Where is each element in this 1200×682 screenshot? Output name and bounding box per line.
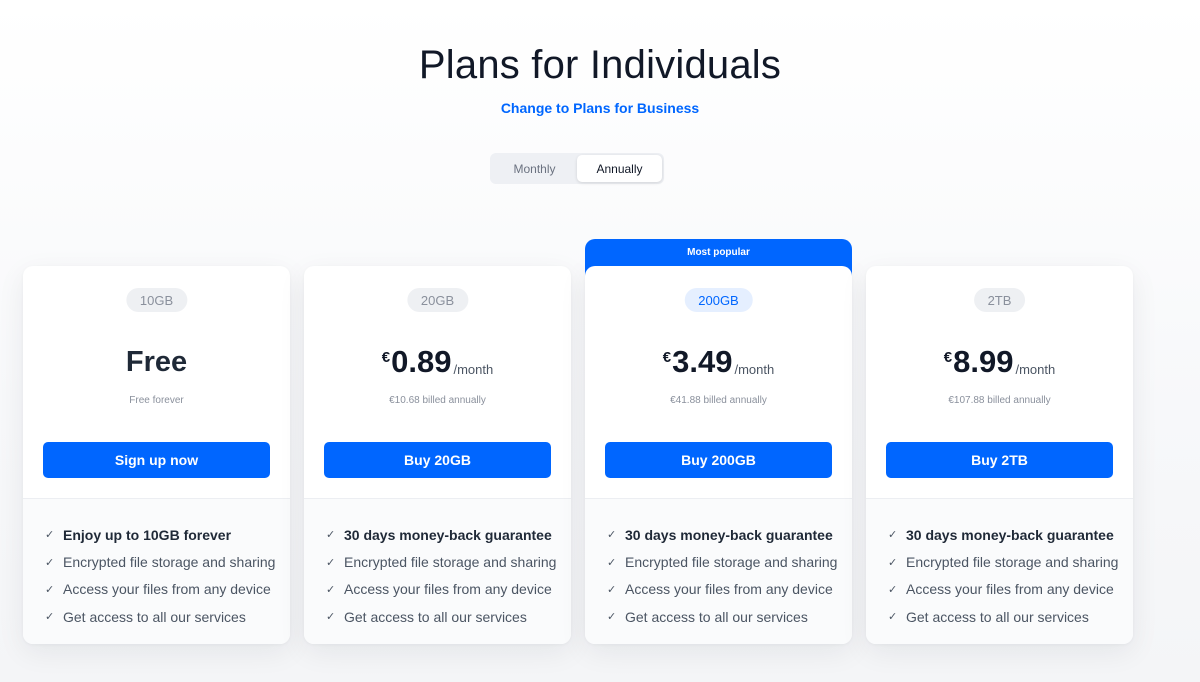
plan-card-header: 20GB € 0.89 /month €10.68 billed annuall… bbox=[304, 266, 571, 499]
plan-card-header: 10GB Free Free forever Sign up now bbox=[23, 266, 290, 499]
feature-item: ✓ 30 days money-back guarantee bbox=[888, 521, 1133, 548]
plan-size-badge: 200GB bbox=[684, 288, 753, 312]
plan-billing-note: €107.88 billed annually bbox=[948, 395, 1051, 406]
check-icon: ✓ bbox=[888, 556, 898, 569]
plan-card-header: 2TB € 8.99 /month €107.88 billed annuall… bbox=[866, 266, 1133, 499]
sign-up-button[interactable]: Sign up now bbox=[43, 442, 270, 478]
check-icon: ✓ bbox=[888, 529, 898, 542]
check-icon: ✓ bbox=[607, 556, 617, 569]
feature-item: ✓ Encrypted file storage and sharing bbox=[888, 548, 1133, 575]
plan-price: € 0.89 /month bbox=[304, 344, 571, 380]
price-period: /month bbox=[1015, 362, 1056, 377]
plan-billing-note: €41.88 billed annually bbox=[670, 395, 767, 406]
feature-item: ✓ Access your files from any device bbox=[607, 576, 852, 603]
check-icon: ✓ bbox=[326, 583, 336, 596]
plan-card-10gb: 10GB Free Free forever Sign up now ✓ Enj… bbox=[23, 266, 290, 644]
price-currency: € bbox=[943, 349, 953, 366]
feature-item: ✓ Get access to all our services bbox=[607, 603, 852, 630]
feature-item: ✓ Access your files from any device bbox=[888, 576, 1133, 603]
plan-card-header: 200GB € 3.49 /month €41.88 billed annual… bbox=[585, 266, 852, 499]
check-icon: ✓ bbox=[45, 611, 55, 624]
plan-feature-list: ✓ 30 days money-back guarantee ✓ Encrypt… bbox=[866, 499, 1133, 644]
plan-price-free: Free bbox=[125, 346, 188, 378]
price-amount: 8.99 bbox=[953, 344, 1014, 379]
buy-20gb-button[interactable]: Buy 20GB bbox=[324, 442, 551, 478]
feature-item: ✓ Encrypted file storage and sharing bbox=[45, 548, 290, 575]
toggle-monthly[interactable]: Monthly bbox=[492, 155, 577, 182]
feature-text: Encrypted file storage and sharing bbox=[344, 554, 557, 571]
plan-billing-note: Free forever bbox=[129, 395, 184, 406]
plan-size-badge: 10GB bbox=[125, 288, 188, 312]
check-icon: ✓ bbox=[607, 529, 617, 542]
feature-text: Encrypted file storage and sharing bbox=[63, 554, 276, 571]
check-icon: ✓ bbox=[326, 611, 336, 624]
feature-item: ✓ 30 days money-back guarantee bbox=[607, 521, 852, 548]
feature-text: Enjoy up to 10GB forever bbox=[63, 526, 232, 543]
check-icon: ✓ bbox=[45, 583, 55, 596]
plan-card-2tb: 2TB € 8.99 /month €107.88 billed annuall… bbox=[866, 266, 1133, 644]
check-icon: ✓ bbox=[607, 583, 617, 596]
plan-card-20gb: 20GB € 0.89 /month €10.68 billed annuall… bbox=[304, 266, 571, 644]
feature-text: 30 days money-back guarantee bbox=[625, 526, 833, 543]
feature-text: Get access to all our services bbox=[63, 608, 246, 625]
switch-to-business-link[interactable]: Change to Plans for Business bbox=[501, 100, 699, 116]
feature-item: ✓ Get access to all our services bbox=[45, 603, 290, 630]
feature-item: ✓ Enjoy up to 10GB forever bbox=[45, 521, 290, 548]
feature-text: Get access to all our services bbox=[344, 608, 527, 625]
plan-cards: 10GB Free Free forever Sign up now ✓ Enj… bbox=[23, 239, 1133, 644]
feature-text: 30 days money-back guarantee bbox=[344, 526, 552, 543]
billing-toggle: Monthly Annually bbox=[490, 153, 664, 184]
price-period: /month bbox=[453, 362, 494, 377]
buy-200gb-button[interactable]: Buy 200GB bbox=[605, 442, 832, 478]
feature-text: Get access to all our services bbox=[625, 608, 808, 625]
plan-size-badge: 2TB bbox=[973, 288, 1026, 312]
plan-feature-list: ✓ 30 days money-back guarantee ✓ Encrypt… bbox=[304, 499, 571, 644]
page-title: Plans for Individuals bbox=[418, 43, 782, 87]
feature-item: ✓ 30 days money-back guarantee bbox=[326, 521, 571, 548]
check-icon: ✓ bbox=[45, 556, 55, 569]
toggle-annually[interactable]: Annually bbox=[577, 155, 662, 182]
check-icon: ✓ bbox=[888, 583, 898, 596]
feature-text: Access your files from any device bbox=[344, 581, 552, 598]
feature-text: Encrypted file storage and sharing bbox=[906, 554, 1119, 571]
price-amount: 0.89 bbox=[391, 344, 452, 379]
feature-text: Get access to all our services bbox=[906, 608, 1089, 625]
feature-item: ✓ Access your files from any device bbox=[326, 576, 571, 603]
price-period: /month bbox=[734, 362, 775, 377]
feature-text: Access your files from any device bbox=[906, 581, 1114, 598]
plan-price: Free bbox=[23, 344, 290, 380]
plan-price: € 3.49 /month bbox=[585, 344, 852, 380]
check-icon: ✓ bbox=[326, 556, 336, 569]
price-currency: € bbox=[662, 349, 672, 366]
feature-text: Access your files from any device bbox=[625, 581, 833, 598]
feature-item: ✓ Get access to all our services bbox=[888, 603, 1133, 630]
plan-feature-list: ✓ 30 days money-back guarantee ✓ Encrypt… bbox=[585, 499, 852, 644]
plan-size-badge: 20GB bbox=[406, 288, 469, 312]
feature-item: ✓ Encrypted file storage and sharing bbox=[607, 548, 852, 575]
feature-text: Encrypted file storage and sharing bbox=[625, 554, 838, 571]
page-header: Plans for Individuals Change to Plans fo… bbox=[0, 40, 1200, 118]
feature-item: ✓ Encrypted file storage and sharing bbox=[326, 548, 571, 575]
plan-card-200gb: Most popular 200GB € 3.49 /month €41.88 … bbox=[585, 239, 852, 644]
check-icon: ✓ bbox=[607, 611, 617, 624]
plan-billing-note: €10.68 billed annually bbox=[389, 395, 486, 406]
feature-item: ✓ Access your files from any device bbox=[45, 576, 290, 603]
plan-feature-list: ✓ Enjoy up to 10GB forever ✓ Encrypted f… bbox=[23, 499, 290, 644]
check-icon: ✓ bbox=[45, 529, 55, 542]
price-amount: 3.49 bbox=[672, 344, 733, 379]
check-icon: ✓ bbox=[888, 611, 898, 624]
price-currency: € bbox=[381, 349, 391, 366]
plan-price: € 8.99 /month bbox=[866, 344, 1133, 380]
buy-2tb-button[interactable]: Buy 2TB bbox=[886, 442, 1113, 478]
check-icon: ✓ bbox=[326, 529, 336, 542]
feature-item: ✓ Get access to all our services bbox=[326, 603, 571, 630]
feature-text: 30 days money-back guarantee bbox=[906, 526, 1114, 543]
feature-text: Access your files from any device bbox=[63, 581, 271, 598]
